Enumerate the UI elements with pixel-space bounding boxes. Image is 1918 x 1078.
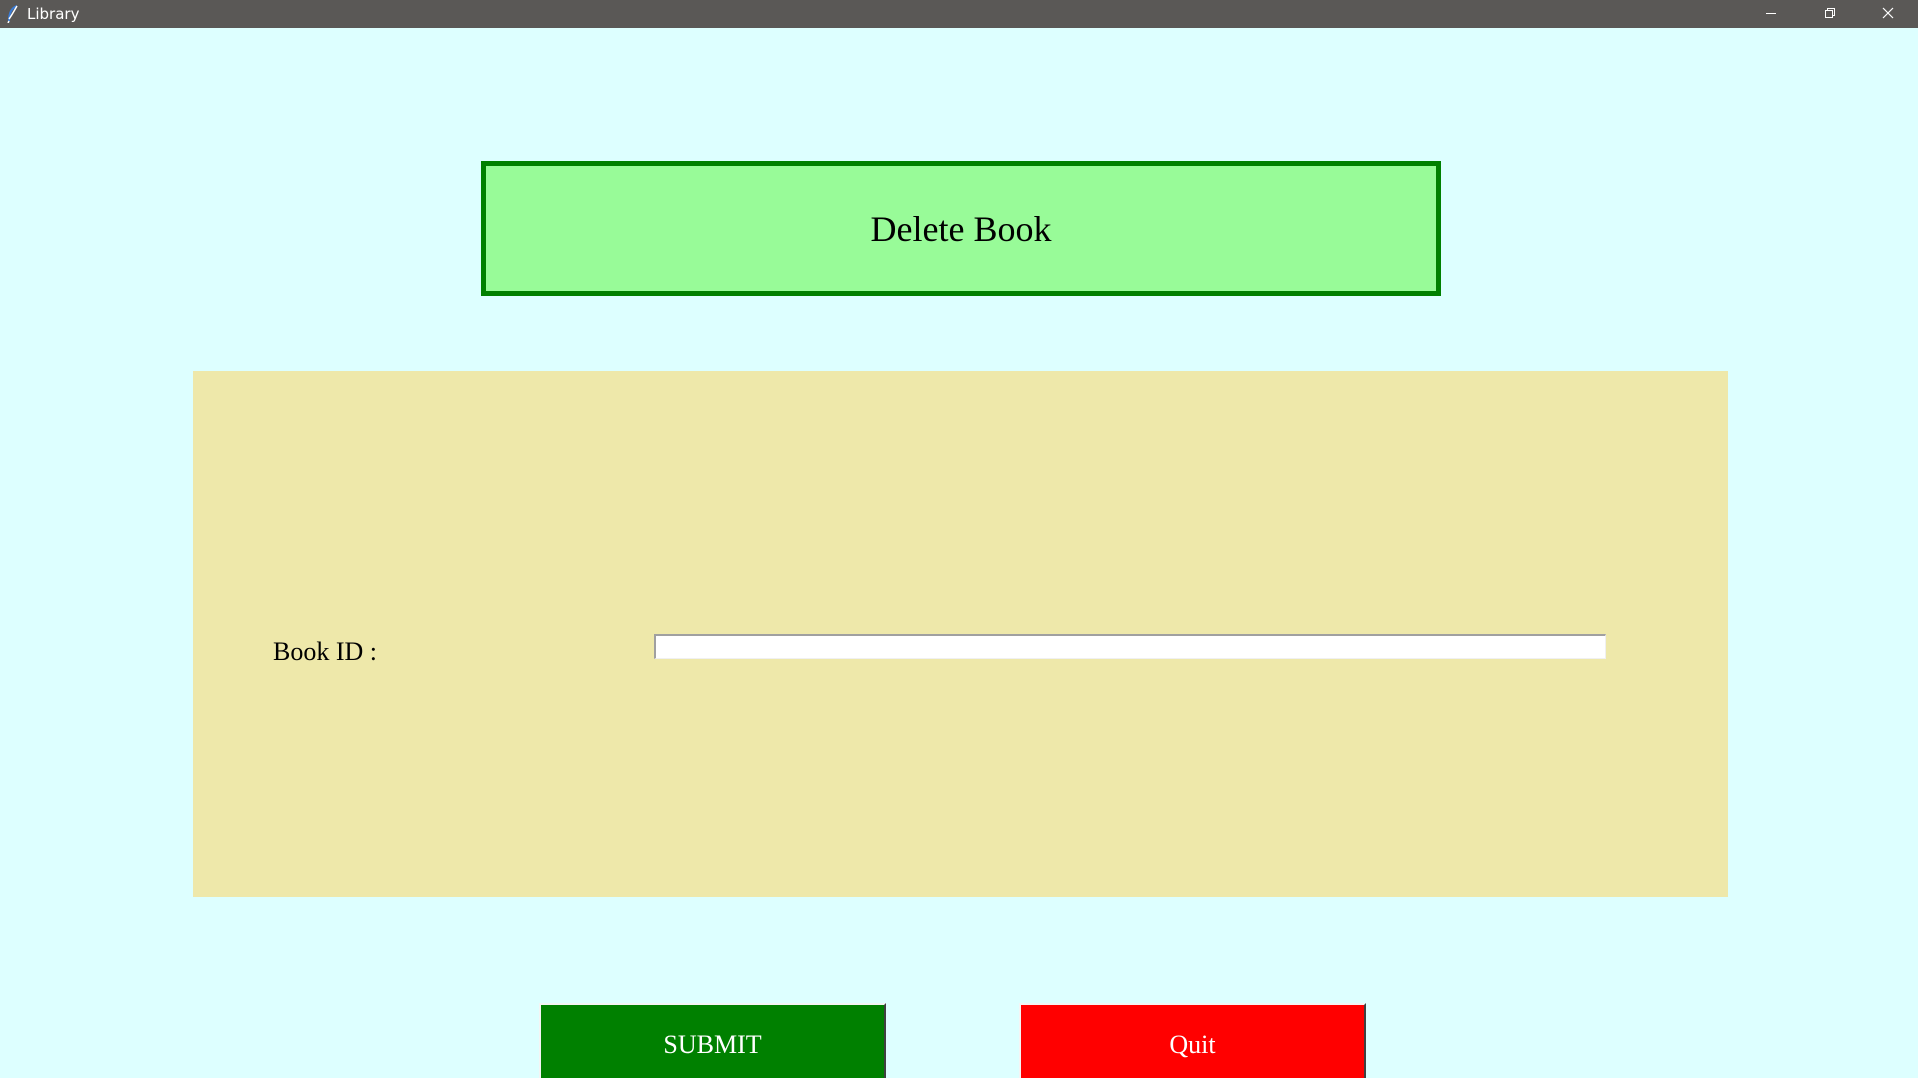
feather-icon [6, 5, 20, 24]
page-title: Delete Book [870, 208, 1052, 249]
quit-button[interactable]: Quit [1019, 1003, 1366, 1078]
minimize-button[interactable] [1742, 0, 1800, 28]
heading-frame: Delete Book [481, 161, 1441, 296]
submit-button-label: SUBMIT [663, 1029, 762, 1059]
minimize-icon [1765, 5, 1777, 23]
close-icon [1882, 5, 1894, 23]
book-id-input[interactable] [654, 634, 1606, 659]
client-area: Delete Book Book ID : SUBMIT Quit [1, 28, 1917, 1078]
library-window: Library Delete Book Book ID: SUBMIT Qui… [0, 0, 1918, 1078]
submit-button[interactable]: SUBMIT [539, 1003, 886, 1078]
title-bar[interactable]: Library [0, 0, 1918, 28]
close-button[interactable] [1859, 0, 1917, 28]
quit-button-label: Quit [1169, 1029, 1216, 1059]
restore-icon [1824, 5, 1836, 23]
book-id-label: Book ID : [273, 637, 377, 666]
window-title: Library [27, 5, 80, 23]
restore-button[interactable] [1801, 0, 1859, 28]
